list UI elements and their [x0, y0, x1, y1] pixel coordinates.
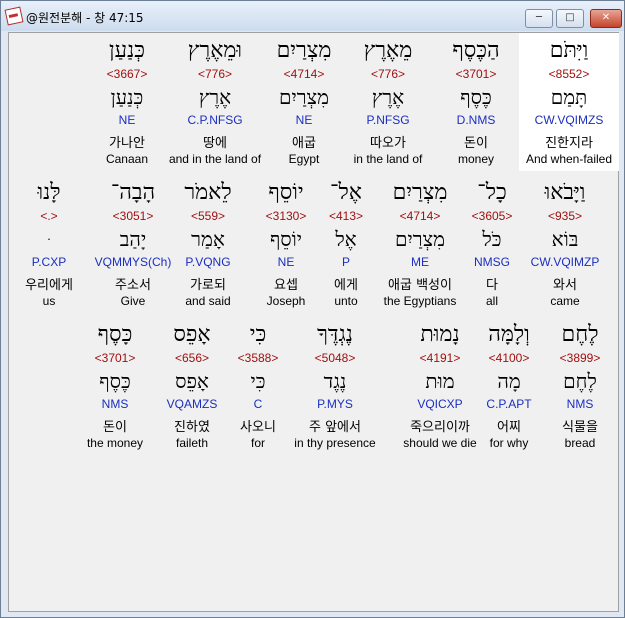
hebrew-word: כָּסֶף	[97, 322, 133, 347]
verse-line: לֶחֶם <3899> לֶחֶם NMS 식물을 bread וְלָמָּה <4100…	[9, 317, 618, 457]
word-block[interactable]: לָּנוּ <.>ּ P.CXP 우리에게us	[0, 175, 99, 313]
strong-number: <.>	[40, 209, 58, 223]
parsing-code: CW.VQIMZS	[534, 113, 604, 127]
korean-gloss: 돈이	[103, 420, 127, 435]
korean-gloss: 땅에	[203, 136, 227, 151]
strong-number: <776>	[197, 67, 233, 81]
hebrew-word: הַכֶּסֶף	[452, 38, 500, 63]
interlinear-panel: וַיִּתֹּם <8552> תָּמַם CW.VQIMZS 진한지라 And wh…	[8, 32, 619, 612]
strong-number: <3667>	[106, 67, 148, 81]
english-gloss: money	[457, 152, 495, 166]
korean-gloss: 애굽	[292, 136, 316, 151]
parsing-code: D.NMS	[456, 113, 496, 127]
korean-gloss: 가나안	[109, 136, 145, 151]
word-block[interactable]: נָמוּת <4191> מוּת VQICXP 죽으리이까 should we die	[390, 317, 490, 455]
word-block[interactable]: וַיִּתֹּם <8552> תָּמַם CW.VQIMZS 진한지라 And wh…	[519, 33, 619, 171]
hebrew-word: מִצְרַיִם	[276, 38, 332, 63]
english-gloss: Canaan	[105, 152, 149, 166]
app-icon[interactable]	[4, 6, 24, 26]
korean-gloss: 진한지라	[545, 136, 593, 151]
strong-number: <3701>	[455, 67, 497, 81]
hebrew-word: כְּנַעַן	[109, 38, 145, 63]
minimize-icon: ─	[535, 12, 543, 23]
parsing-code: NE	[118, 113, 136, 127]
korean-gloss: 죽으리이까	[410, 420, 470, 435]
word-block[interactable]: כְּנַעַן <3667> כְּנַעַן NE 가나안 Canaan	[77, 33, 177, 171]
lexical-form: כֶּסֶף	[460, 85, 492, 109]
lexical-form: כְּנַעַן	[110, 85, 144, 109]
maximize-button[interactable]: □	[556, 9, 584, 28]
lexical-form: מוּת	[425, 369, 455, 393]
word-block[interactable]: מִצְרַיִם <4714> מִצְרַיִם NE 애굽 Egypt	[254, 33, 354, 171]
hebrew-word: נָמוּת	[420, 322, 460, 347]
word-block[interactable]: וּמֵאֶרֶץ <776> אֶרֶץ C.P.NFSG 땅에 and in the …	[165, 33, 265, 171]
lexical-form: אֶרֶץ	[198, 85, 232, 109]
strong-number: <3701>	[94, 351, 136, 365]
lexical-form: כֶּסֶף	[99, 369, 131, 393]
english-gloss: the money	[86, 436, 144, 450]
hebrew-word: לָּנוּ	[37, 180, 61, 205]
verse-line: וַיָּבֹאוּ <935> בּוֹא CW.VQIMZP 와서 came כָל־ <…	[9, 175, 618, 315]
korean-gloss: 돈이	[464, 136, 488, 151]
word-block[interactable]: כָּסֶף <3701> כֶּסֶף NMS 돈이 the money	[65, 317, 165, 455]
hebrew-word: וַיִּתֹּם	[549, 38, 589, 63]
hebrew-word: וּמֵאֶרֶץ	[187, 38, 243, 63]
minimize-button[interactable]: ─	[525, 9, 553, 28]
window-title: @원전분해 - 창 47:15	[26, 11, 144, 25]
parsing-code: P.CXP	[31, 255, 67, 269]
close-button[interactable]: ✕	[590, 9, 622, 28]
english-gloss: And when-failed	[525, 152, 613, 166]
strong-number: <8552>	[548, 67, 590, 81]
parsing-code: NE	[295, 113, 313, 127]
english-gloss: should we die	[403, 436, 477, 450]
strong-number: <4191>	[419, 351, 461, 365]
english-gloss: us	[42, 294, 56, 308]
lexical-form: מִצְרַיִם	[279, 85, 329, 109]
title-bar[interactable]: @원전분해 - 창 47:15 ─ □ ✕	[1, 1, 624, 31]
close-icon: ✕	[601, 12, 611, 23]
parsing-code: C.P.NFSG	[187, 113, 243, 127]
word-block[interactable]: הַכֶּסֶף <3701> כֶּסֶף D.NMS 돈이 money	[426, 33, 526, 171]
strong-number: <4714>	[283, 67, 325, 81]
english-gloss: and in the land of	[168, 152, 262, 166]
maximize-icon: □	[565, 12, 575, 23]
parsing-code: VQICXP	[417, 397, 463, 411]
parsing-code: NMS	[101, 397, 129, 411]
verse-line: וַיִּתֹּם <8552> תָּמַם CW.VQIMZS 진한지라 And wh…	[9, 33, 619, 173]
lexical-form: ּ	[0, 227, 99, 252]
lexical-form: תָּמַם	[550, 85, 588, 109]
korean-gloss: 우리에게	[25, 278, 73, 293]
app-window: @원전분해 - 창 47:15 ─ □ ✕ וַיִּתֹּם <8552> תָּ…	[0, 0, 625, 618]
english-gloss: Egypt	[288, 152, 320, 166]
